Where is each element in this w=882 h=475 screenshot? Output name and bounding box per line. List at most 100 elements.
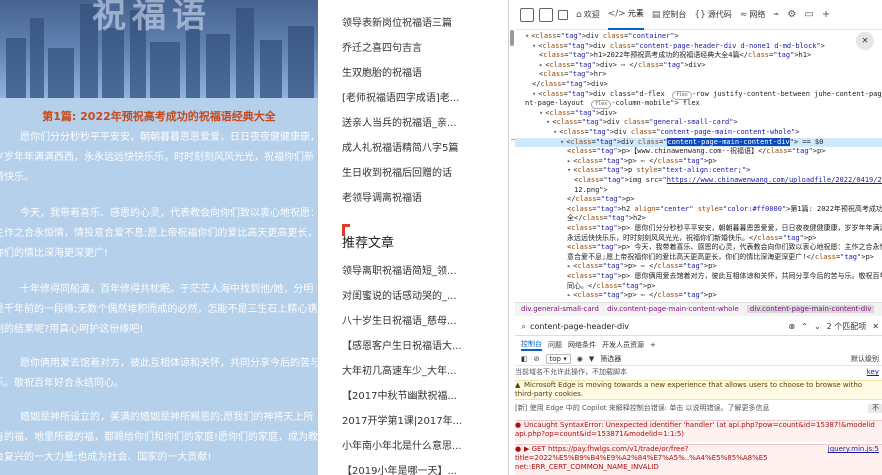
article-paragraph: 婚姻是神所设立的，美满的婚姻是神所赐恩的;愿我们的神将天上所有的福、地里所藏的福… bbox=[0, 412, 318, 463]
drawer-tab-issues[interactable]: 问题 bbox=[548, 340, 562, 350]
dom-node-line[interactable]: ▾ <class="tag">div> bbox=[539, 109, 617, 118]
dom-node-line[interactable]: <class="tag">p>【www.chinawenwang.com--祝福… bbox=[567, 147, 825, 156]
settings-icon[interactable]: ⚙ bbox=[787, 9, 796, 20]
sidebar-toggle-icon[interactable]: ◧ bbox=[521, 355, 528, 363]
recommend-link[interactable]: 【2017中秋节幽默祝福... bbox=[342, 387, 502, 402]
recommend-link[interactable]: 对闺蜜说的话感动哭的_... bbox=[342, 287, 502, 302]
performance-icon[interactable]: ⌁ bbox=[773, 9, 779, 20]
drawer-tab-developer-resources[interactable]: 开发人员资源 bbox=[602, 340, 644, 350]
dom-node-line[interactable]: <class="tag">p> 愿你俩用爱去馆着对方，彼此互相体谅和关怀，共同分… bbox=[567, 272, 882, 281]
dom-node-line[interactable]: ▸ <class="tag">p> ⋯ </class="tag">p> bbox=[567, 291, 717, 300]
recommend-link[interactable]: 大年初几高速车少_大年... bbox=[342, 362, 502, 377]
elements-search-bar[interactable]: ⌕ content-page-header-div ⊗ ⌃ ⌄ 2 个匹配项 ✕ bbox=[515, 318, 882, 336]
dom-node-line[interactable]: </class="tag">div> bbox=[532, 80, 608, 89]
clear-console-icon[interactable]: ⊘ bbox=[534, 355, 540, 363]
console-message-source[interactable]: jquery.min.js:5 bbox=[828, 445, 879, 454]
recommend-link[interactable]: 八十岁生日祝福语_慈母... bbox=[342, 312, 502, 327]
copilot-button[interactable]: 不 bbox=[868, 404, 882, 413]
search-input[interactable]: content-page-header-div bbox=[530, 322, 629, 331]
devtools-panel: ⌂ 欢迎 </> 元素 ▤ 控制台 {} 源代码 ≈ 网络 ⌁ ⚙ ▭ + ✕ ⋯ ▾ <c… bbox=[508, 0, 882, 475]
recommend-link[interactable]: 2017开学第1课|2017年... bbox=[342, 412, 502, 427]
scrollbar-thumb[interactable] bbox=[510, 30, 514, 46]
next-match-icon[interactable]: ⌄ bbox=[814, 322, 821, 331]
dom-node-line[interactable]: 永远远快快乐乐，时时刻刻风风光光，祝福你们新婚快乐。</class="tag">… bbox=[567, 234, 816, 243]
recommend-link[interactable]: 小年南小年北是什么意思... bbox=[342, 437, 502, 452]
console-message-text: 当前域名不允许此操作，不加载脚本 bbox=[515, 368, 627, 376]
dom-node-line[interactable]: nt-page-layout flex -column-mobile"> flex bbox=[525, 99, 700, 110]
sidebar-link[interactable]: 老领导调离祝福语 bbox=[342, 189, 502, 204]
dom-node-line[interactable]: 意合爱不息;愿上帝祝福你们的爱比高天更高更长，你们的情比深海更深更广!</cla… bbox=[567, 253, 874, 262]
dom-node-line[interactable]: ▾ <class="tag">div class="content-page-ma… bbox=[553, 128, 799, 137]
dom-node-line[interactable]: ▾ <class="tag">p style="text-align:center… bbox=[567, 166, 750, 175]
breadcrumb: div.general-small-card div.content-page-… bbox=[515, 302, 882, 316]
tab-label: 源代码 bbox=[707, 10, 732, 19]
dom-node-line[interactable]: <class="tag">p> 愿你们分分秒秒平平安安，朝朝暮暮恩恩爱爱，日日夜… bbox=[567, 224, 882, 233]
dom-node-line[interactable]: ▾ <class="tag">div class="d-flex flex -row… bbox=[532, 90, 882, 100]
log-level-selector[interactable]: 默认级别 bbox=[851, 354, 879, 364]
close-search-icon[interactable]: ✕ bbox=[872, 322, 879, 331]
dom-node-line[interactable]: <class="tag">p> 今天，我带着喜乐、感恩的心灵，代表教会向你们致以… bbox=[567, 243, 882, 252]
error-icon: ● bbox=[515, 445, 522, 453]
tab-network[interactable]: ≈ 网络 bbox=[740, 0, 766, 30]
clear-search-icon[interactable]: ⊗ bbox=[789, 322, 796, 331]
search-icon: ⌕ bbox=[521, 321, 527, 332]
breadcrumb-item[interactable]: div.general-small-card bbox=[521, 305, 599, 313]
dom-node-line[interactable]: ▸ <class="tag">p> ⋯ </class="tag">p> bbox=[567, 157, 717, 166]
eye-icon[interactable]: ◉ bbox=[577, 355, 583, 363]
breadcrumb-item[interactable]: div.content-page-main-content-whole bbox=[607, 305, 739, 313]
sidebar-link[interactable]: 成人礼祝福语精简八字5篇 bbox=[342, 139, 502, 154]
tab-label: 网络 bbox=[749, 10, 766, 19]
recommend-link[interactable]: 领导离职祝福语简短_领... bbox=[342, 262, 502, 277]
sidebar-link[interactable]: 送亲人当兵的祝福语_亲... bbox=[342, 114, 502, 129]
dom-node-line[interactable]: ▸ <class="tag">div> ⋯ </class="tag">div> bbox=[539, 61, 705, 70]
sidebar-link[interactable]: 生双胞胎的祝福语 bbox=[342, 64, 502, 79]
recommend-link[interactable]: 【2019小年是哪一天】... bbox=[342, 462, 502, 475]
dom-node-line[interactable]: ▾ <class="tag">div class="content-page-ma… bbox=[515, 137, 882, 147]
tab-console[interactable]: ▤ 控制台 bbox=[652, 0, 687, 30]
console-message-source[interactable]: key bbox=[867, 368, 879, 377]
sidebar-link[interactable]: 领导表新岗位祝福语三篇 bbox=[342, 14, 502, 29]
device-toolbar-icon[interactable] bbox=[539, 7, 553, 22]
inspect-icon[interactable] bbox=[520, 7, 534, 22]
breadcrumb-item-current[interactable]: div.content-page-main-content-div bbox=[746, 305, 875, 313]
sidebar-link[interactable]: 乔迁之喜四句吉言 bbox=[342, 39, 502, 54]
sidebar-link[interactable]: [老师祝福语四字成语]老... bbox=[342, 89, 502, 104]
tab-sources[interactable]: {} 源代码 bbox=[694, 0, 731, 30]
application-icon[interactable]: ▭ bbox=[804, 9, 813, 20]
more-tools-button[interactable]: + bbox=[822, 9, 830, 20]
dom-node-line[interactable]: 同心。</class="tag">p> bbox=[567, 282, 655, 291]
console-message-text: Uncaught SyntaxError: Unexpected identif… bbox=[515, 421, 875, 438]
dom-node-line[interactable]: </class="tag">p> bbox=[567, 195, 634, 204]
sidebar-link[interactable]: 生日收到祝福后回赠的话 bbox=[342, 164, 502, 179]
dom-node-line[interactable]: <class="tag">img src="https://www.chinaw… bbox=[574, 176, 882, 185]
dom-node-line[interactable]: <class="tag">h2 align="center" style="co… bbox=[567, 205, 882, 214]
recommend-link[interactable]: 【感恩客户生日祝福语大... bbox=[342, 337, 502, 352]
previous-match-icon[interactable]: ⌃ bbox=[801, 322, 808, 331]
panel-icon[interactable] bbox=[558, 9, 568, 20]
dom-node-line[interactable]: ▾ <class="tag">div class="general-small-c… bbox=[546, 118, 738, 127]
dom-node-line[interactable]: <class="tag">h1>2022年预祝高考成功的祝福语经典大全4篇</c… bbox=[539, 51, 811, 60]
console-message: [新] 使用 Edge 中的 Copilot 来解释控制台错误: 单击 以说明错… bbox=[515, 404, 882, 416]
article-paragraph: 十年修得同船渡，百年修得共枕眠。于茫茫人海中找到他/她，分明是千年前的一段缘;无… bbox=[0, 284, 318, 335]
dom-node-line[interactable]: ▸ <class="tag">p> ⋯ </class="tag">p> bbox=[567, 262, 717, 271]
tab-welcome[interactable]: ⌂ 欢迎 bbox=[576, 0, 600, 30]
drawer-tab-network-conditions[interactable]: 网络条件 bbox=[568, 340, 596, 350]
dom-node-line[interactable]: 12.png"> bbox=[574, 186, 608, 195]
article-paragraph: 愿你俩用爱去馆着对方，彼此互相体谅和关怀，共同分享今后的苦与乐。敬祝百年好合永结… bbox=[0, 358, 318, 389]
code-icon: </> bbox=[607, 8, 626, 19]
dom-node-line[interactable]: ▾ <class="tag">div class="content-page-he… bbox=[532, 42, 825, 51]
tab-elements[interactable]: </> 元素 bbox=[607, 0, 644, 30]
warning-icon: ▲ bbox=[515, 381, 521, 389]
console-error: ● Uncaught SyntaxError: Unexpected identi… bbox=[515, 420, 882, 442]
context-selector[interactable]: top ▾ bbox=[545, 353, 571, 364]
dom-node-line[interactable]: ▾ <class="tag">div class="container"> bbox=[525, 32, 679, 41]
console-error: ● ▶ GET https://pay.fhwlgs.com/v1/trade/o… bbox=[515, 444, 882, 475]
console-message-text: ▶ GET https://pay.fhwlgs.com/v1/trade/or… bbox=[515, 445, 768, 471]
console-icon: ▤ bbox=[651, 9, 661, 20]
console-filter-input[interactable]: 筛选器 bbox=[600, 354, 621, 364]
dom-node-line[interactable]: <class="tag">hr> bbox=[539, 70, 606, 79]
drawer-tab-console[interactable]: 控制台 bbox=[521, 339, 542, 351]
drawer-add-tab[interactable]: + bbox=[650, 341, 656, 349]
home-icon: ⌂ bbox=[576, 9, 582, 20]
dom-node-line[interactable]: 全</class="tag">h2> bbox=[567, 214, 646, 223]
